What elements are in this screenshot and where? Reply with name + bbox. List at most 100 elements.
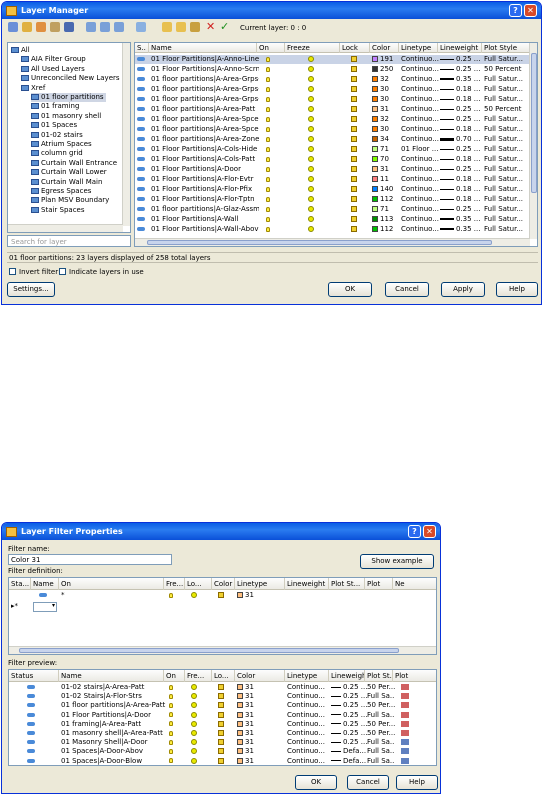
plot-style[interactable]: Full Satur... bbox=[484, 215, 532, 224]
linetype[interactable]: Continuo... bbox=[401, 215, 440, 224]
linetype[interactable]: Continuo... bbox=[401, 195, 440, 204]
layer-row[interactable]: 01 floor partitions|A-Area-Grps-Line 30 Co… bbox=[135, 85, 530, 94]
definition-row[interactable]: * 31 bbox=[9, 591, 436, 601]
plot-style[interactable]: Full Satur... bbox=[484, 95, 532, 104]
tree-item[interactable]: Curtain Wall Lower bbox=[31, 168, 107, 177]
tree-item[interactable]: 01 Spaces bbox=[31, 121, 77, 130]
lineweight-cell[interactable]: 0.25 ... bbox=[440, 115, 484, 124]
lineweight-cell[interactable]: 0.35 ... bbox=[440, 215, 484, 224]
preview-column-header[interactable]: Fre... bbox=[185, 670, 212, 682]
search-layer-input[interactable]: Search for layer bbox=[7, 235, 131, 247]
freeze-cell[interactable] bbox=[308, 215, 320, 224]
layer-row[interactable]: 01 Floor Partitions|A-Anno-Line 191 Contin… bbox=[135, 55, 530, 64]
layer-row[interactable]: 01 floor partitions|A-Glaz-Assm 71 Continu… bbox=[135, 205, 530, 214]
linetype[interactable]: Continuo... bbox=[401, 95, 440, 104]
plot-style[interactable]: Full Satur... bbox=[484, 115, 532, 124]
new-layer-icon[interactable] bbox=[162, 22, 172, 32]
definition-column-header[interactable]: Name bbox=[31, 578, 59, 590]
tree-item[interactable]: 01-02 stairs bbox=[31, 131, 83, 140]
freeze-cell[interactable] bbox=[308, 205, 320, 214]
tree-item[interactable]: Egress Spaces bbox=[31, 187, 91, 196]
lock-cell[interactable] bbox=[351, 135, 363, 144]
set-current-icon[interactable]: ✓ bbox=[220, 20, 229, 33]
lightbulb-on-icon[interactable] bbox=[266, 156, 270, 162]
color-cell[interactable]: 113 bbox=[372, 215, 401, 224]
unlocked-icon[interactable] bbox=[218, 592, 224, 598]
tree-item[interactable]: Plan MSV Boundary bbox=[31, 196, 109, 205]
layer-states-icon[interactable] bbox=[36, 22, 46, 32]
lightbulb-on-icon[interactable] bbox=[266, 86, 270, 92]
indicate-layers-checkbox[interactable] bbox=[59, 268, 66, 275]
layer-row[interactable]: 01 floor partitions|A-Area-Grps-Iden 32 Co… bbox=[135, 75, 530, 84]
on-cell[interactable] bbox=[266, 75, 278, 84]
linetype[interactable]: Continuo... bbox=[401, 205, 440, 214]
layer-row[interactable]: 01 floor partitions|A-Area-Patt 31 Continu… bbox=[135, 105, 530, 114]
sun-thawed-icon[interactable] bbox=[308, 226, 314, 232]
lightbulb-on-icon[interactable] bbox=[266, 146, 270, 152]
lineweight-cell[interactable]: 0.70 ... bbox=[440, 135, 484, 144]
lightbulb-on-icon[interactable] bbox=[266, 96, 270, 102]
on-cell[interactable] bbox=[266, 125, 278, 134]
sun-thawed-icon[interactable] bbox=[308, 156, 314, 162]
linetype[interactable]: 01 Floor ... bbox=[401, 145, 440, 154]
layer-list-vertical-scrollbar[interactable] bbox=[529, 43, 537, 239]
definition-column-header[interactable]: On bbox=[59, 578, 164, 590]
freeze-cell[interactable] bbox=[308, 225, 320, 234]
lightbulb-on-icon[interactable] bbox=[266, 186, 270, 192]
filter-cancel-button[interactable]: Cancel bbox=[347, 775, 389, 790]
preview-row[interactable]: 01-02 Stairs|A-Flor-Strs 31 Continuo... 0.2… bbox=[9, 692, 436, 701]
plot-style[interactable]: Full Satur... bbox=[484, 135, 532, 144]
unlocked-icon[interactable] bbox=[351, 166, 357, 172]
freeze-cell[interactable] bbox=[308, 155, 320, 164]
tree-item[interactable]: Xref bbox=[21, 84, 45, 93]
unlocked-icon[interactable] bbox=[351, 136, 357, 142]
on-cell[interactable] bbox=[266, 215, 278, 224]
lineweight-cell[interactable]: 0.18 ... bbox=[440, 195, 484, 204]
sun-thawed-icon[interactable] bbox=[308, 186, 314, 192]
unlocked-icon[interactable] bbox=[351, 66, 357, 72]
delete-layer-icon[interactable]: ✕ bbox=[206, 20, 215, 33]
layer-row[interactable]: 01 floor partitions|A-Area-Spce-Patt 30 Co… bbox=[135, 125, 530, 134]
lineweight-cell[interactable]: 0.35 ... bbox=[440, 225, 484, 234]
preview-row[interactable]: 01 framing|A-Area-Patt 31 Continuo... 0.25 … bbox=[9, 720, 436, 729]
new-layer-vp-frozen-icon[interactable] bbox=[176, 22, 186, 32]
lineweight-cell[interactable]: 0.18 ... bbox=[440, 175, 484, 184]
lock-cell[interactable] bbox=[351, 205, 363, 214]
freeze-cell[interactable] bbox=[308, 185, 320, 194]
color-cell[interactable]: 30 bbox=[372, 85, 401, 94]
preview-column-header[interactable]: On bbox=[164, 670, 185, 682]
lightbulb-on-icon[interactable] bbox=[266, 126, 270, 132]
freeze-cell[interactable] bbox=[308, 115, 320, 124]
lightbulb-on-icon[interactable] bbox=[266, 136, 270, 142]
linetype[interactable]: Continuo... bbox=[401, 225, 440, 234]
definition-column-header[interactable]: Fre... bbox=[164, 578, 185, 590]
definition-on-cell[interactable] bbox=[169, 591, 181, 601]
preview-row[interactable]: 01 Spaces|A-Door-Blow 31 Continuo... Defa..… bbox=[9, 757, 436, 765]
lightbulb-on-icon[interactable] bbox=[266, 176, 270, 182]
color-cell[interactable]: 34 bbox=[372, 135, 401, 144]
color-cell[interactable]: 30 bbox=[372, 95, 401, 104]
definition-column-header[interactable]: Plot bbox=[365, 578, 393, 590]
definition-hscroll-thumb[interactable] bbox=[19, 648, 399, 653]
layer-row[interactable]: 01 floor partitions|A-Area-Spce 32 Continu… bbox=[135, 115, 530, 124]
filter-help-button[interactable]: Help bbox=[396, 775, 438, 790]
column-header[interactable]: Color bbox=[370, 43, 399, 53]
freeze-cell[interactable] bbox=[308, 105, 320, 114]
linetype[interactable]: Continuo... bbox=[401, 115, 440, 124]
freeze-cell[interactable] bbox=[308, 125, 320, 134]
freeze-cell[interactable] bbox=[308, 85, 320, 94]
sun-thawed-icon[interactable] bbox=[308, 206, 314, 212]
definition-column-header[interactable]: Ne bbox=[393, 578, 436, 590]
on-cell[interactable] bbox=[266, 105, 278, 114]
preview-column-header[interactable]: Color bbox=[235, 670, 285, 682]
on-cell[interactable] bbox=[266, 55, 278, 64]
layer-row[interactable]: 01 Floor Partitions|A-Flor-Evtr 11 Continu… bbox=[135, 175, 530, 184]
unlocked-icon[interactable] bbox=[351, 76, 357, 82]
sun-thawed-icon[interactable] bbox=[308, 106, 314, 112]
show-example-button[interactable]: Show example bbox=[360, 554, 434, 569]
lock-cell[interactable] bbox=[351, 225, 363, 234]
plot-style[interactable]: Full Satur... bbox=[484, 75, 532, 84]
plot-style[interactable]: 50 Percent bbox=[484, 105, 532, 114]
color-cell[interactable]: 32 bbox=[372, 115, 401, 124]
column-header[interactable]: Name bbox=[149, 43, 257, 53]
